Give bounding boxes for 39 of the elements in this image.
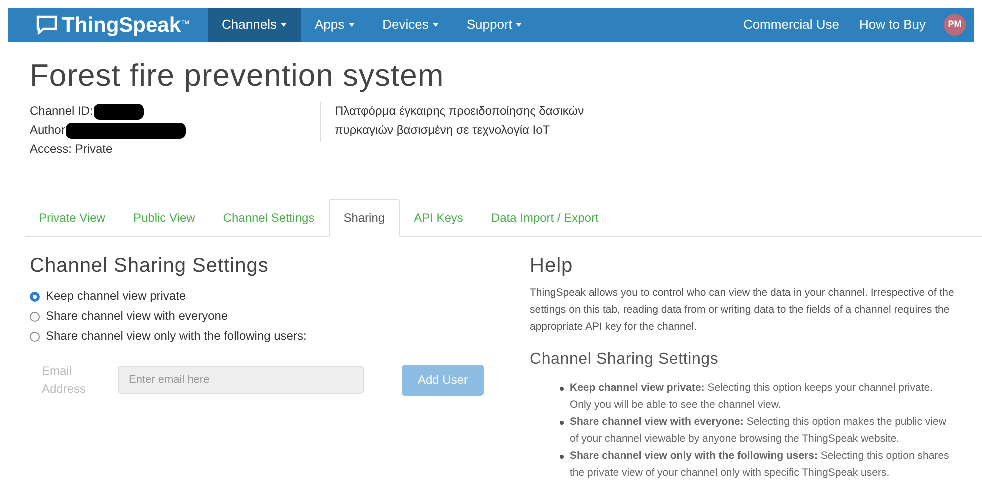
tab[interactable]: Private View <box>25 199 120 237</box>
channel-info: Access: Private <box>30 141 113 158</box>
bullet-icon <box>560 387 564 391</box>
redaction-mark <box>94 104 144 120</box>
brand-logo[interactable]: ThingSpeak$^{™}$ <box>62 14 190 36</box>
nav-menu[interactable]: Support <box>452 8 536 42</box>
channel-description: Πλατφόρμα έγκαιρης προειδοποίησης δασικών πυρκαγιών βασισμένη σε τεχνολογία IoT <box>335 103 586 139</box>
help-item: Share channel view only with the following users: Selecting this option shares the private view of your channel only with specific ThingSpeak users. <box>570 449 950 481</box>
user-avatar[interactable]: PM <box>944 14 966 36</box>
nav-menu[interactable]: Apps <box>300 8 369 42</box>
channel-info: Author <box>30 122 66 139</box>
help-subheading: Channel Sharing Settings <box>530 350 720 370</box>
caret-icon <box>516 23 522 27</box>
help-paragraph: ThingSpeak allows you to control who can view the data in your channel. Irrespective of the settings on this tab, reading data from or writing data to the fields of a channel requires the appropriate API key for the channel. <box>530 286 956 335</box>
radio-label: Share channel view with everyone <box>46 308 228 325</box>
channel-title: Forest fire prevention system <box>30 57 446 95</box>
help-item: Share channel view with everyone: Selecting this option makes the public view of your channel viewable by anyone browsing the ThingSpeak website. <box>570 415 948 447</box>
nav-menu[interactable]: Channels <box>208 8 301 42</box>
nav-link[interactable]: Commercial Use <box>733 8 850 42</box>
help-item: Keep channel view private: Selecting this option keeps your channel private. Only you will be able to see the channel view. <box>570 381 934 413</box>
help-heading: Help <box>530 254 574 279</box>
chat-bubble-icon <box>36 15 58 35</box>
radio-label: Share channel view only with the following users: <box>46 328 307 345</box>
tab[interactable]: Channel Settings <box>209 199 329 237</box>
bullet-icon <box>560 455 564 459</box>
channel-info: Channel ID: <box>30 103 94 120</box>
bullet-icon <box>560 421 564 425</box>
tab[interactable]: Sharing <box>328 199 400 237</box>
radio-label: Keep channel view private <box>46 288 186 305</box>
caret-icon <box>348 23 355 27</box>
nav-link[interactable]: How to Buy <box>850 8 936 42</box>
tab[interactable]: API Keys <box>400 199 478 237</box>
tab[interactable]: Public View <box>119 199 210 237</box>
email-label: Email Address <box>42 363 88 398</box>
tab[interactable]: Data Import / Export <box>477 199 613 237</box>
caret-icon <box>432 23 439 27</box>
section-heading: Channel Sharing Settings <box>30 254 270 279</box>
caret-icon <box>280 23 287 27</box>
nav-menu[interactable]: Devices <box>368 8 453 42</box>
